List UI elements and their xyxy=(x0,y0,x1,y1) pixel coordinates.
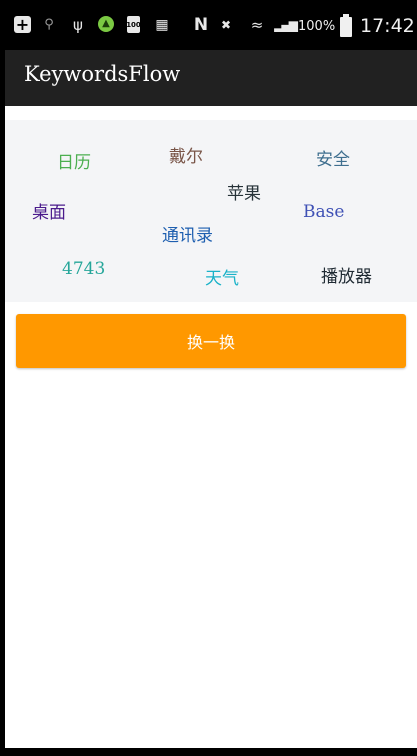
status-bar: + ⚲ ψ ▲ 100 ▦ N ✖ ≈ ▂▄▆ 100% 17:42 xyxy=(0,0,417,50)
app-notification-icon: ▲ xyxy=(98,16,114,32)
app-bar: KeywordsFlow xyxy=(5,50,417,106)
main-content: 日历 戴尔 安全 苹果 桌面 Base 通讯录 4743 天气 播放器 换一换 xyxy=(5,106,417,748)
keyword-item[interactable]: 日历 xyxy=(57,148,91,173)
keyword-item[interactable]: 戴尔 xyxy=(169,142,203,167)
add-icon: + xyxy=(14,14,31,34)
keyword-item[interactable]: 安全 xyxy=(316,145,350,170)
keyword-item[interactable]: 通讯录 xyxy=(162,221,213,246)
keyword-item[interactable]: Base xyxy=(303,202,344,222)
keyword-item[interactable]: 播放器 xyxy=(321,262,372,287)
keyword-item[interactable]: 天气 xyxy=(205,264,239,289)
keyword-item[interactable]: 桌面 xyxy=(32,198,66,223)
mute-icon: ✖ xyxy=(220,18,232,32)
document-icon: ▦ xyxy=(155,17,169,33)
usb-icon: ψ xyxy=(73,16,83,34)
signal-icon: ▂▄▆ xyxy=(274,18,298,32)
battery-full-icon: 100 xyxy=(126,16,141,33)
clock: 17:42 xyxy=(360,15,415,37)
wifi-icon: ≈ xyxy=(250,16,264,34)
keyword-item[interactable]: 4743 xyxy=(62,259,105,279)
keyword-item[interactable]: 苹果 xyxy=(227,179,261,204)
swap-button[interactable]: 换一换 xyxy=(16,314,406,368)
nfc-icon: N xyxy=(193,15,209,35)
bottom-edge xyxy=(0,748,417,756)
battery-icon xyxy=(340,14,352,37)
phone-screen: + ⚲ ψ ▲ 100 ▦ N ✖ ≈ ▂▄▆ 100% 17:42 Keywo… xyxy=(0,0,417,756)
search-icon: ⚲ xyxy=(44,17,54,32)
app-title: KeywordsFlow xyxy=(24,62,181,86)
keywords-flow: 日历 戴尔 安全 苹果 桌面 Base 通讯录 4743 天气 播放器 xyxy=(5,120,417,302)
battery-percent: 100% xyxy=(298,19,336,34)
